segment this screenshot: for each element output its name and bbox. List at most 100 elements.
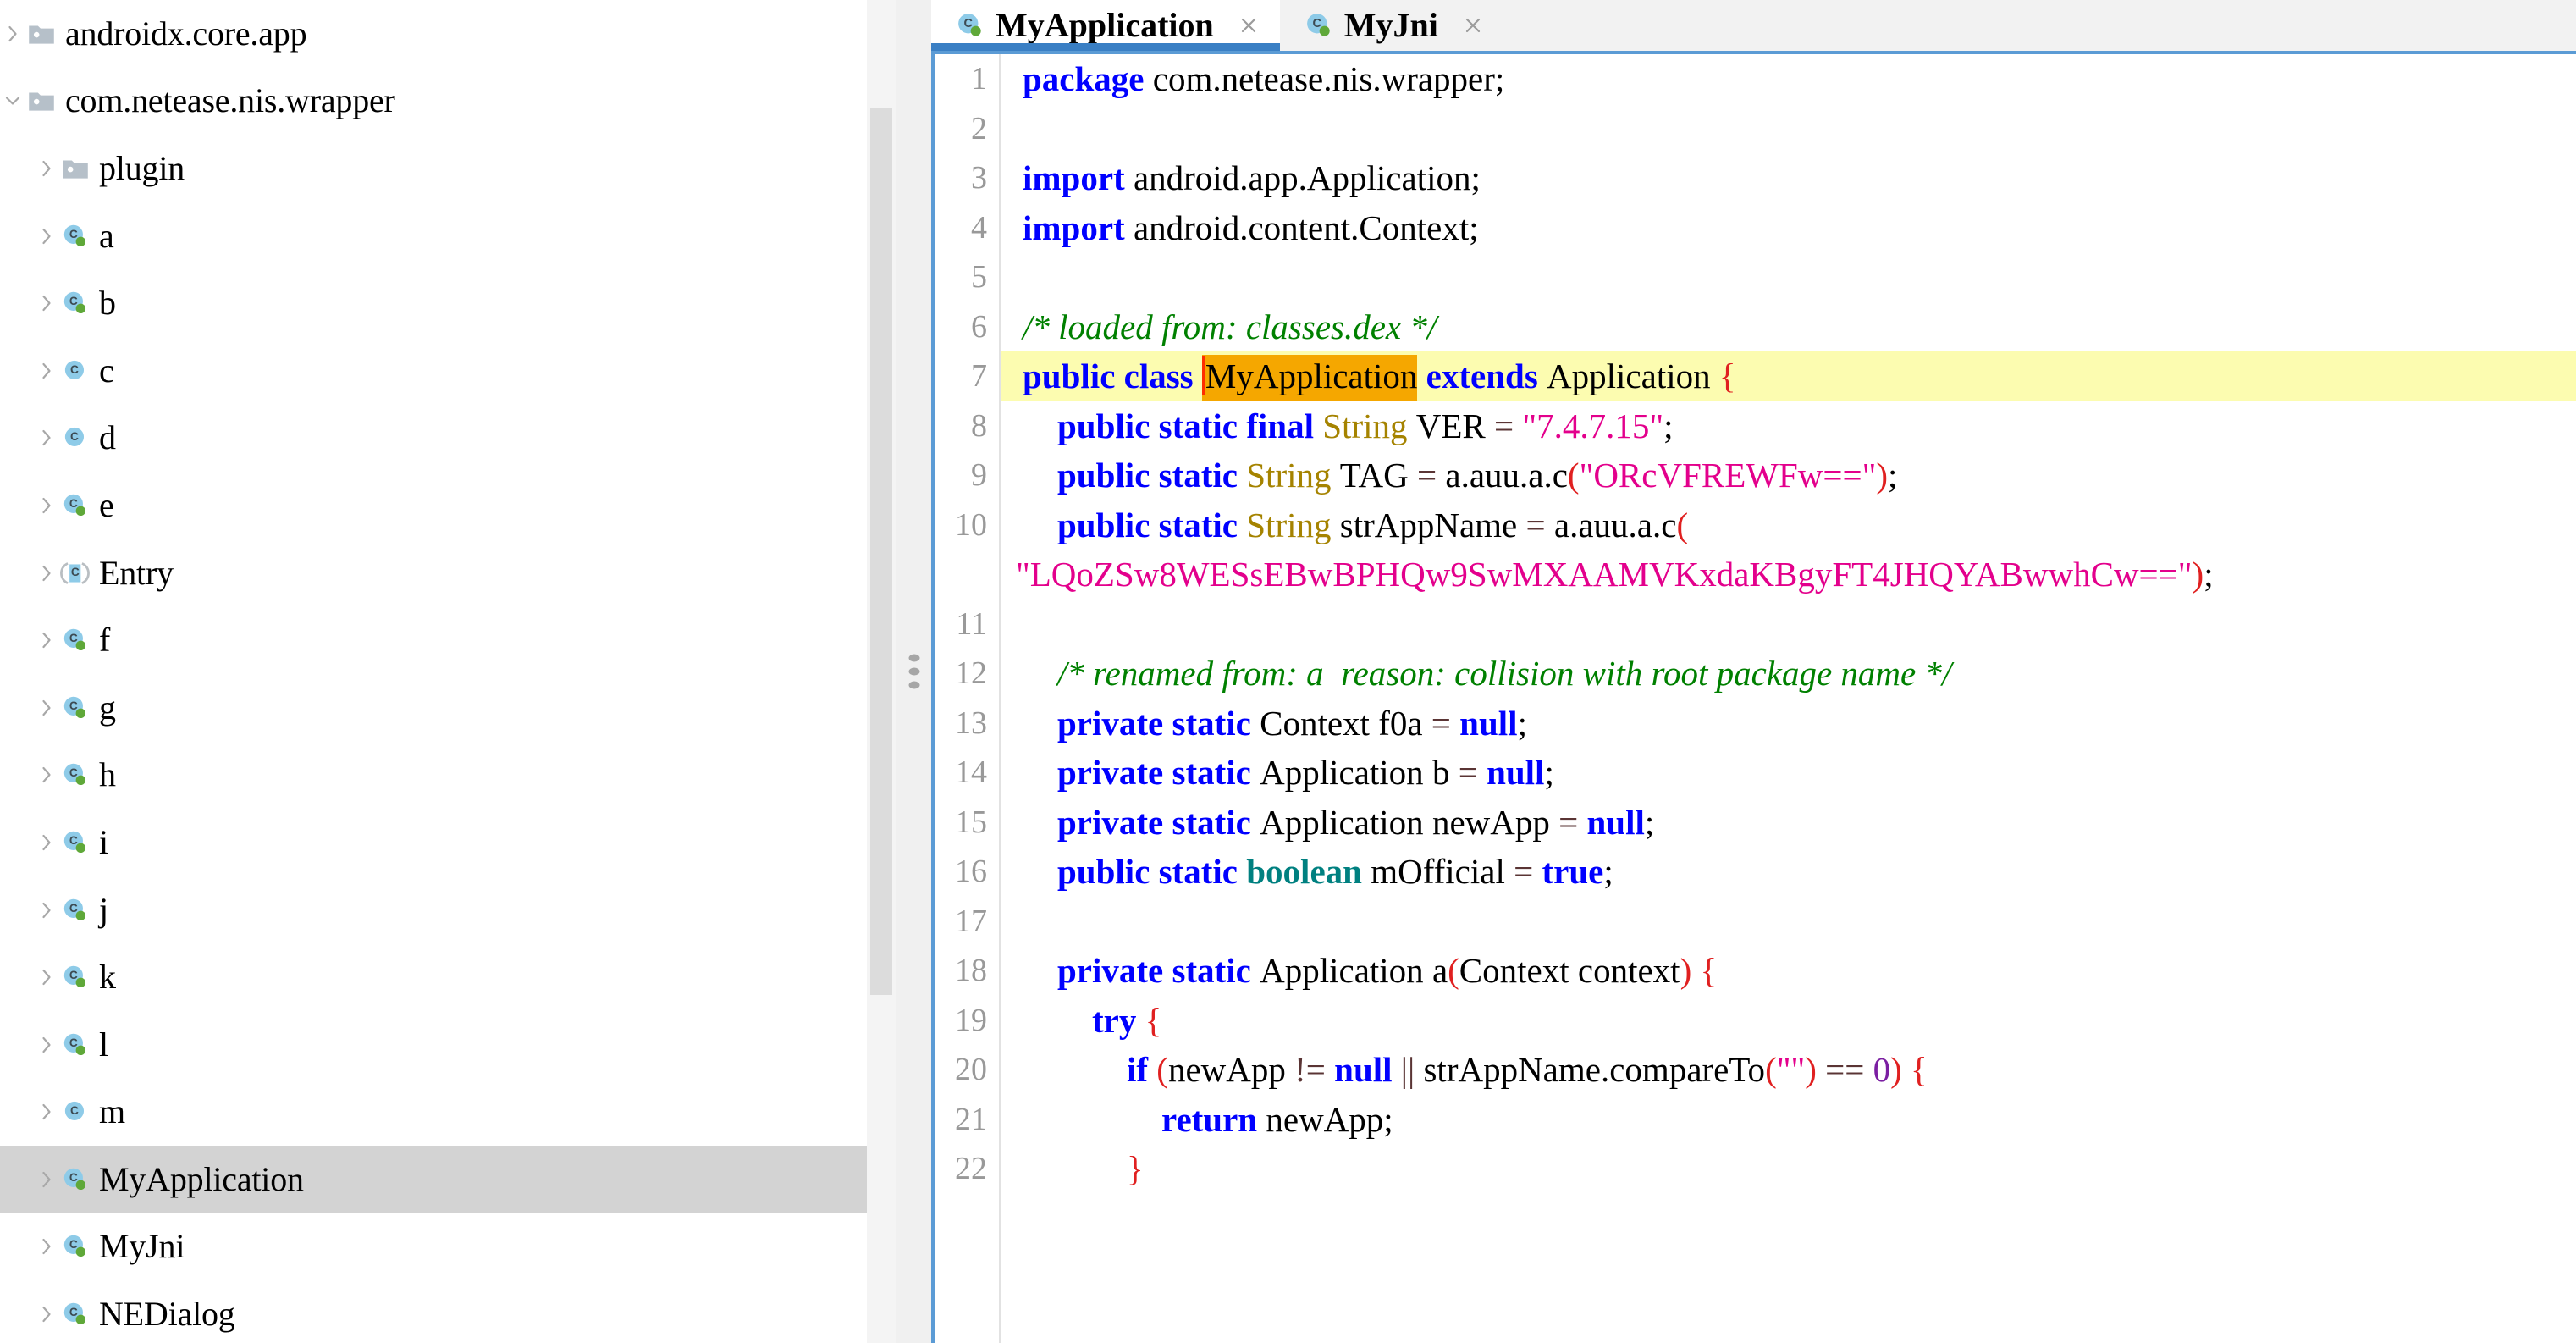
code-line[interactable]: 21 return newApp;: [935, 1095, 2576, 1145]
code-line[interactable]: 19 try {: [935, 996, 2576, 1046]
tree-item-g[interactable]: Cg: [0, 674, 896, 742]
code-line[interactable]: 9 public static String TAG = a.auu.a.c("…: [935, 450, 2576, 500]
chevron-right-icon[interactable]: [34, 832, 59, 854]
code-text: private static Context f0a = null;: [1057, 703, 1527, 743]
svg-text:C: C: [69, 632, 78, 644]
panel-divider[interactable]: [896, 0, 931, 1343]
project-tree[interactable]: androidx.core.app com.netease.nis.wrapper…: [0, 0, 896, 1343]
tree-item-k[interactable]: Ck: [0, 943, 896, 1011]
svg-text:C: C: [71, 566, 80, 578]
tree-item-h[interactable]: Ch: [0, 742, 896, 810]
tree-item-androidx-core-app[interactable]: androidx.core.app: [0, 0, 896, 68]
code-line[interactable]: 12 /* renamed from: a reason: collision …: [935, 649, 2576, 699]
tree-item-d[interactable]: Cd: [0, 405, 896, 473]
editor-tab-myapplication[interactable]: C MyApplication: [931, 0, 1280, 51]
chevron-right-icon[interactable]: [34, 292, 59, 314]
code-editor[interactable]: 1 package com.netease.nis.wrapper; 2 3 impor…: [931, 51, 2576, 1343]
java-class-public-icon: C: [59, 961, 91, 993]
line-number: 12: [955, 655, 987, 691]
code-text: public static String TAG = a.auu.a.c("OR…: [1057, 456, 1898, 495]
chevron-right-icon[interactable]: [0, 23, 25, 45]
close-icon[interactable]: [1460, 13, 1486, 38]
tree-item-label: d: [99, 418, 116, 457]
java-class-public-icon: C: [63, 224, 86, 246]
tree-item-j[interactable]: Cj: [0, 876, 896, 944]
divider-dot-icon: [908, 681, 919, 689]
tree-item-e[interactable]: Ce: [0, 472, 896, 539]
code-text: try {: [1092, 1000, 1162, 1040]
java-class-public-icon: C: [59, 287, 91, 319]
code-text: }: [1127, 1149, 1144, 1188]
tree-item-c[interactable]: Cc: [0, 337, 896, 405]
tree-item-a[interactable]: Ca: [0, 202, 896, 270]
chevron-right-icon: [8, 25, 17, 41]
code-line[interactable]: 10 public static String strAppName = a.a…: [935, 500, 2576, 550]
code-line[interactable]: 3 import android.app.Application;: [935, 153, 2576, 203]
svg-text:C: C: [69, 1171, 78, 1184]
code-line[interactable]: 5: [935, 252, 2576, 302]
code-line[interactable]: 8 public static final String VER = "7.4.…: [935, 401, 2576, 451]
tree-item-plugin[interactable]: plugin: [0, 135, 896, 202]
code-line[interactable]: 7 public class MyApplication extends Appl…: [935, 351, 2576, 401]
code-line[interactable]: 20 if (newApp != null || strAppName.comp…: [935, 1045, 2576, 1095]
tree-item-label: l: [99, 1025, 108, 1064]
tree-item-entry[interactable]: C Entry: [0, 539, 896, 607]
tree-item-label: plugin: [99, 148, 185, 187]
chevron-right-icon[interactable]: [34, 225, 59, 247]
tree-item-b[interactable]: Cb: [0, 269, 896, 337]
chevron-right-icon[interactable]: [34, 562, 59, 584]
code-line[interactable]: 16 public static boolean mOfficial = tru…: [935, 847, 2576, 897]
close-icon[interactable]: [1236, 13, 1261, 38]
project-tree-scrollbar-thumb[interactable]: [870, 108, 892, 995]
chevron-right-icon[interactable]: [34, 1303, 59, 1325]
chevron-right-icon[interactable]: [34, 697, 59, 719]
code-line[interactable]: 14 private static Application b = null;: [935, 748, 2576, 798]
tree-item-l[interactable]: Cl: [0, 1011, 896, 1079]
chevron-right-icon: [42, 228, 51, 244]
chevron-right-icon[interactable]: [34, 1169, 59, 1191]
chevron-right-icon[interactable]: [34, 899, 59, 921]
java-inner-class-icon: C: [60, 561, 90, 584]
chevron-down-icon[interactable]: [0, 90, 25, 112]
code-line[interactable]: 4 import android.content.Context;: [935, 203, 2576, 253]
tree-item-com-netease-nis-wrapper[interactable]: com.netease.nis.wrapper: [0, 68, 896, 135]
chevron-right-icon[interactable]: [34, 966, 59, 988]
code-content[interactable]: 1 package com.netease.nis.wrapper; 2 3 impor…: [935, 54, 2576, 1194]
code-line[interactable]: 6 /* loaded from: classes.dex */: [935, 302, 2576, 352]
tree-item-f[interactable]: Cf: [0, 606, 896, 674]
code-line[interactable]: 11: [935, 600, 2576, 649]
chevron-right-icon[interactable]: [34, 764, 59, 786]
code-text: import android.app.Application;: [1023, 158, 1481, 197]
tree-item-myapplication[interactable]: C MyApplication: [0, 1146, 896, 1213]
code-line[interactable]: 1 package com.netease.nis.wrapper;: [935, 54, 2576, 104]
chevron-right-icon[interactable]: [34, 360, 59, 382]
code-text: public class MyApplication extends Appli…: [1023, 351, 1736, 401]
code-line[interactable]: 22 }: [935, 1144, 2576, 1194]
java-class-public-icon: C: [63, 494, 86, 516]
code-line[interactable]: 15 private static Application newApp = n…: [935, 798, 2576, 848]
chevron-right-icon[interactable]: [34, 495, 59, 517]
tree-item-nedialog[interactable]: C NEDialog: [0, 1280, 896, 1343]
project-tree-scrollbar-track[interactable]: [867, 0, 896, 1343]
editor-tab-myjni[interactable]: C MyJni: [1279, 0, 1504, 51]
chevron-right-icon[interactable]: [34, 427, 59, 449]
svg-text:C: C: [70, 363, 79, 376]
chevron-right-icon[interactable]: [34, 1235, 59, 1257]
chevron-right-icon[interactable]: [34, 1034, 59, 1056]
chevron-right-icon[interactable]: [34, 158, 59, 180]
tree-item-myjni[interactable]: C MyJni: [0, 1213, 896, 1281]
divider-drag-handle[interactable]: [908, 654, 919, 689]
code-line[interactable]: 13 private static Context f0a = null;: [935, 699, 2576, 749]
chevron-right-icon[interactable]: [34, 1101, 59, 1123]
code-line[interactable]: 18 private static Application a(Context …: [935, 946, 2576, 996]
java-class-public-icon: C: [1306, 14, 1330, 36]
chevron-right-icon: [42, 767, 51, 783]
code-line[interactable]: "LQoZSw8WESsEBwBPHQw9SwMXAAMVKxdaKBgyFT4…: [935, 550, 2576, 600]
java-class-public-icon: C: [63, 1033, 86, 1055]
code-line[interactable]: 2: [935, 104, 2576, 154]
tree-item-i[interactable]: Ci: [0, 809, 896, 876]
tree-item-m[interactable]: Cm: [0, 1079, 896, 1147]
code-line[interactable]: 17: [935, 897, 2576, 947]
line-number: 9: [971, 457, 987, 493]
chevron-right-icon[interactable]: [34, 629, 59, 651]
